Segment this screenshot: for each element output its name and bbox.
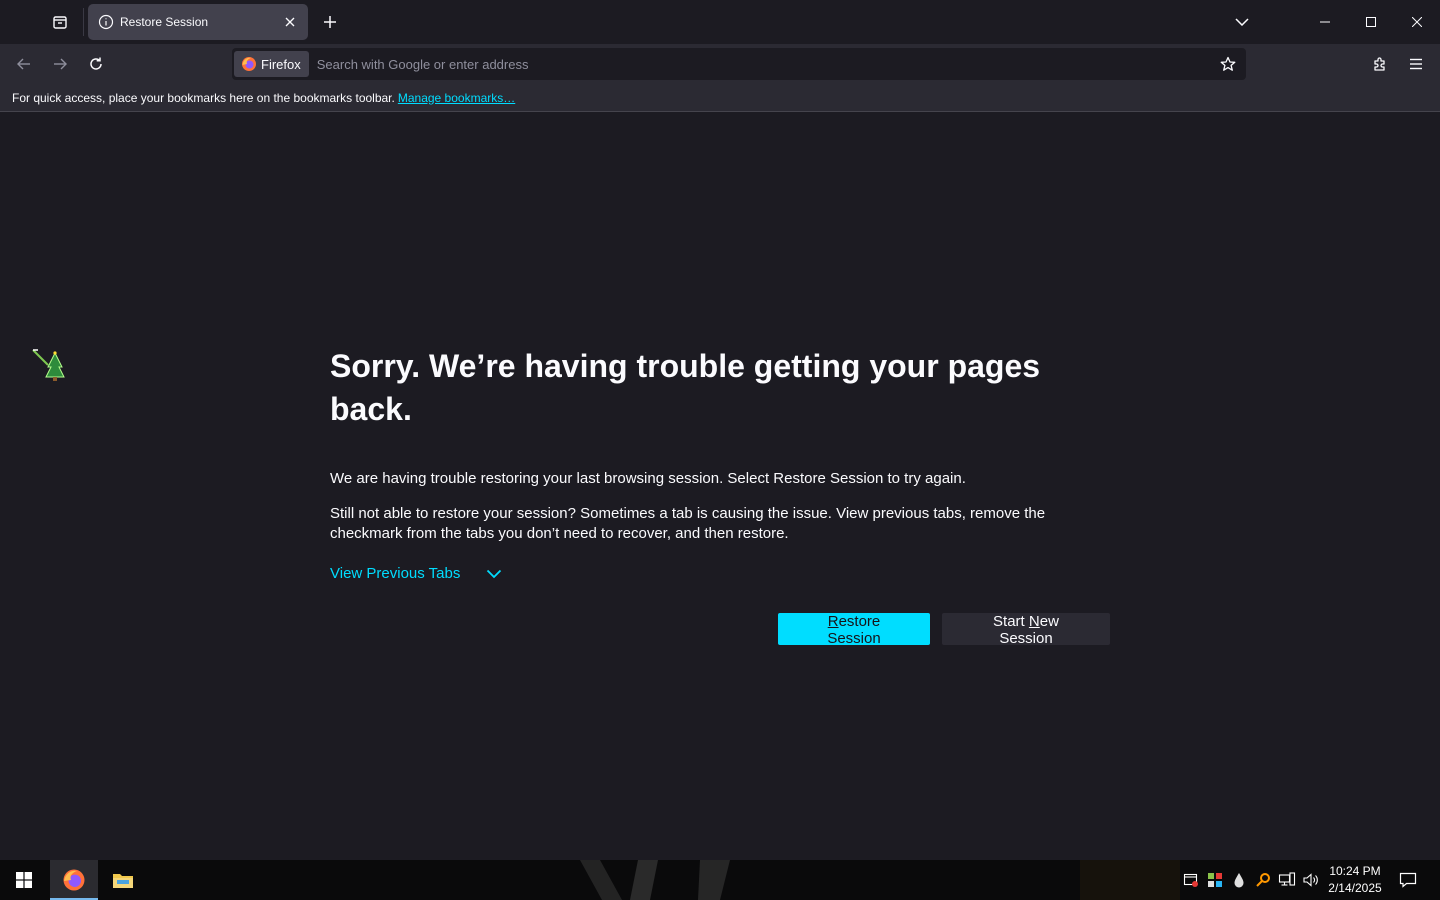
new-session-label-before: Start: [993, 613, 1029, 630]
new-session-access-key: N: [1028, 613, 1040, 630]
session-actions: Restore Session Start New Session: [778, 613, 1110, 647]
star-icon: [1220, 56, 1236, 72]
clock-time: 10:24 PM: [1329, 864, 1381, 878]
notification-icon: [1399, 872, 1417, 888]
taskbar-file-explorer-button[interactable]: [99, 860, 147, 900]
minimize-window-button[interactable]: [1302, 0, 1348, 44]
reload-button[interactable]: [80, 48, 112, 80]
file-explorer-icon: [112, 871, 134, 889]
gpu-icon[interactable]: [1206, 871, 1224, 889]
restore-session-access-key: R: [827, 613, 839, 630]
volume-icon[interactable]: [1302, 871, 1320, 889]
forward-button[interactable]: [44, 48, 76, 80]
identity-box[interactable]: Firefox: [234, 51, 309, 77]
restore-session-button[interactable]: Restore Session: [778, 613, 930, 647]
christmas-tree-cursor-icon: [30, 347, 70, 387]
windows-taskbar: 10:24 PM 2/14/2025: [0, 860, 1440, 900]
arrow-right-icon: [52, 56, 68, 72]
error-description: We are having trouble restoring your las…: [330, 470, 966, 487]
clock-date: 2/14/2025: [1328, 881, 1382, 895]
page-title: Sorry. We’re having trouble getting your…: [330, 348, 1041, 427]
bookmarks-empty-message: For quick access, place your bookmarks h…: [12, 90, 395, 105]
tab-restore-session[interactable]: Restore Session: [88, 4, 308, 40]
start-new-session-button[interactable]: Start New Session: [942, 613, 1110, 647]
windows-logo-icon: [16, 872, 32, 888]
search-tool-icon[interactable]: [1254, 871, 1272, 889]
back-button[interactable]: [8, 48, 40, 80]
network-icon[interactable]: [1278, 871, 1296, 889]
arrow-left-icon: [16, 56, 32, 72]
close-icon: [1412, 17, 1422, 27]
plus-icon: [323, 15, 337, 29]
extensions-button[interactable]: [1364, 48, 1396, 80]
maximize-icon: [1366, 17, 1376, 27]
minimize-icon: [1320, 21, 1330, 23]
address-bar[interactable]: Firefox: [232, 48, 1246, 80]
view-previous-tabs-label: View Previous Tabs: [330, 565, 461, 582]
app-menu-button[interactable]: [1400, 48, 1432, 80]
system-clock[interactable]: 10:24 PM 2/14/2025: [1322, 863, 1388, 897]
url-input[interactable]: [308, 48, 1246, 80]
firefox-logo-icon: [241, 56, 257, 72]
error-help-text: Still not able to restore your session? …: [330, 505, 1046, 542]
page-content: Sorry. We’re having trouble getting your…: [0, 113, 1440, 860]
navigation-toolbar: Firefox: [0, 44, 1440, 84]
security-icon[interactable]: [1182, 871, 1200, 889]
chevron-down-icon: [1235, 18, 1249, 26]
close-tab-icon[interactable]: [282, 14, 298, 30]
view-previous-tabs-toggle[interactable]: View Previous Tabs: [330, 565, 502, 582]
close-window-button[interactable]: [1394, 0, 1440, 44]
tab-title: Restore Session: [120, 15, 209, 29]
firefox-view-icon: [52, 14, 68, 30]
session-restore-error: Sorry. We’re having trouble getting your…: [330, 345, 1110, 647]
list-all-tabs-button[interactable]: [1226, 7, 1258, 37]
firefox-icon: [62, 868, 86, 892]
puzzle-piece-icon: [1372, 56, 1388, 72]
action-center-button[interactable]: [1396, 868, 1420, 892]
bookmarks-toolbar: For quick access, place your bookmarks h…: [0, 84, 1440, 112]
firefox-view-button[interactable]: [44, 7, 76, 37]
reload-icon: [88, 56, 104, 72]
taskbar-firefox-button[interactable]: [50, 860, 98, 900]
new-tab-button[interactable]: [314, 7, 346, 37]
bookmark-page-button[interactable]: [1216, 52, 1240, 76]
manage-bookmarks-link[interactable]: Manage bookmarks…: [398, 91, 515, 105]
start-button[interactable]: [0, 860, 48, 900]
maximize-window-button[interactable]: [1348, 0, 1394, 44]
drop-icon[interactable]: [1230, 871, 1248, 889]
tab-strip: Restore Session: [0, 0, 1440, 44]
hamburger-menu-icon: [1409, 58, 1423, 70]
info-icon: [98, 14, 114, 30]
tab-separator: [83, 8, 84, 36]
wallpaper-shape: [1080, 860, 1180, 900]
wallpaper-shape: [580, 860, 730, 900]
identity-label: Firefox: [261, 56, 301, 72]
chevron-down-icon: [486, 569, 502, 579]
